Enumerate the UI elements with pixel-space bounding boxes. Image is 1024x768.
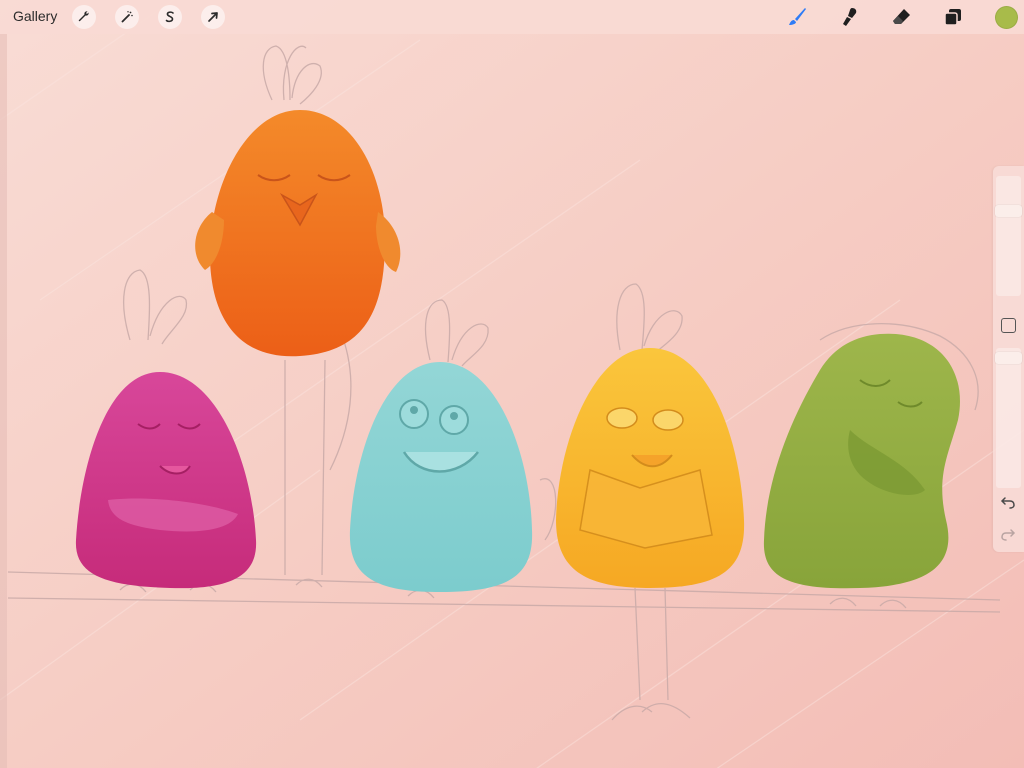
eraser-tool-button[interactable] bbox=[888, 4, 914, 30]
brush-tool-button[interactable] bbox=[784, 4, 810, 30]
brush-opacity-thumb[interactable] bbox=[995, 351, 1022, 364]
transform-button[interactable] bbox=[201, 5, 225, 29]
modify-button[interactable] bbox=[1001, 318, 1016, 333]
left-edge-strip bbox=[0, 34, 7, 768]
brush-size-thumb[interactable] bbox=[995, 205, 1022, 218]
wrench-icon bbox=[78, 11, 89, 22]
adjustments-button[interactable] bbox=[115, 5, 139, 29]
smudge-tool-button[interactable] bbox=[836, 4, 862, 30]
layers-icon bbox=[944, 9, 961, 26]
sidebar-controls bbox=[993, 166, 1024, 552]
smudge-icon bbox=[843, 8, 857, 26]
drawing-canvas[interactable] bbox=[0, 0, 1024, 768]
magic-wand-icon bbox=[121, 11, 133, 23]
top-toolbar: Gallery bbox=[0, 0, 1024, 34]
selection-button[interactable] bbox=[158, 5, 182, 29]
undo-button[interactable] bbox=[998, 492, 1018, 512]
redo-icon bbox=[1001, 529, 1016, 541]
eraser-icon bbox=[893, 9, 910, 24]
arrow-cursor-icon bbox=[208, 12, 218, 22]
color-picker-button[interactable] bbox=[995, 6, 1018, 29]
actions-button[interactable] bbox=[72, 5, 96, 29]
redo-button[interactable] bbox=[998, 524, 1018, 544]
layers-button[interactable] bbox=[940, 4, 966, 30]
selection-s-icon bbox=[165, 11, 174, 23]
brush-size-slider[interactable] bbox=[995, 176, 1022, 296]
gallery-button[interactable]: Gallery bbox=[13, 8, 57, 24]
brush-opacity-slider[interactable] bbox=[995, 348, 1022, 488]
undo-icon bbox=[1000, 497, 1015, 509]
procreate-app: Gallery bbox=[0, 0, 1024, 768]
brush-icon bbox=[789, 8, 806, 25]
